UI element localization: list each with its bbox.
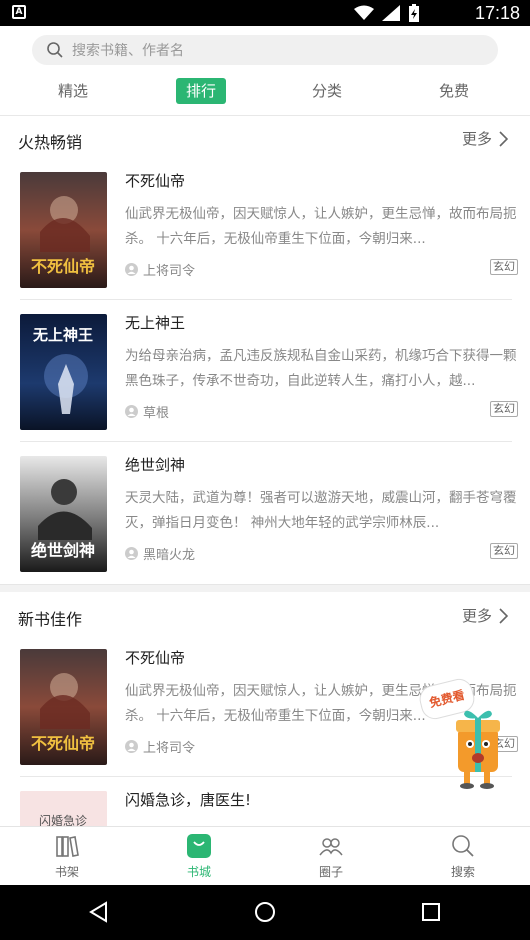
section-header-new: 新书佳作 更多 [0, 594, 530, 638]
tab-featured[interactable]: 精选 [58, 78, 88, 104]
bookstore-icon [187, 834, 211, 858]
tab-ranking[interactable]: 排行 [176, 78, 227, 104]
book-title: 无上神王 [125, 314, 186, 332]
system-icons [354, 4, 420, 22]
cover-title: 闪婚急诊 [39, 813, 87, 826]
book-title: 不死仙帝 [125, 172, 186, 190]
book-author: 上将司令 [125, 737, 195, 756]
search-placeholder: 搜索书籍、作者名 [72, 43, 184, 59]
bookshelf-icon [56, 836, 79, 857]
nav-label: 书城 [186, 865, 211, 879]
genre-tag: 玄幻 [490, 543, 518, 559]
book-author: 上将司令 [125, 260, 195, 279]
chevron-right-icon [499, 130, 508, 147]
battery-icon [409, 4, 419, 22]
book-cover[interactable]: 绝世剑神 [20, 456, 107, 572]
nav-bookshelf[interactable]: 书架 [32, 831, 102, 880]
book-description: 为给母亲治病，孟凡违反族规私自金山采药，机缘巧合下获得一颗黑色珠子，传承不世奇功… [125, 348, 517, 389]
author-icon [125, 405, 138, 418]
book-cover[interactable]: 闪婚急诊 [20, 791, 107, 826]
book-cover[interactable]: 不死仙帝 [20, 172, 107, 288]
search-icon [47, 42, 63, 58]
genre-tag: 玄幻 [490, 259, 518, 275]
signal-icon [382, 5, 400, 21]
category-tabs: 精选 排行 分类 免费 [0, 72, 530, 116]
book-item[interactable]: 绝世剑神 绝世剑神 天灵大陆，武道为尊！强者可以遨游天地，威震山河，翻手苍穹覆灭… [0, 442, 530, 584]
cover-title: 不死仙帝 [31, 734, 95, 753]
app-notification-icon: A [12, 5, 26, 19]
section-title: 新书佳作 [18, 610, 83, 629]
author-name: 黑暗火龙 [143, 548, 196, 563]
author-icon [125, 740, 138, 753]
book-title: 绝世剑神 [125, 456, 186, 474]
book-description: 天灵大陆，武道为尊！强者可以遨游天地，威震山河，翻手苍穹覆灭，弹指日月变色！ 神… [125, 490, 517, 531]
status-bar: A 17:18 [0, 0, 530, 26]
author-icon [125, 547, 138, 560]
author-icon [125, 263, 138, 276]
more-link[interactable]: 更多 [462, 605, 508, 626]
nav-label: 圈子 [318, 865, 343, 879]
nav-label: 搜索 [450, 865, 475, 879]
tab-free[interactable]: 免费 [439, 78, 469, 104]
section-title: 火热畅销 [18, 133, 83, 152]
search-input[interactable]: 搜索书籍、作者名 [32, 35, 498, 65]
home-icon[interactable] [254, 901, 276, 923]
book-cover[interactable]: 不死仙帝 [20, 649, 107, 765]
author-name: 上将司令 [143, 264, 196, 279]
community-icon [319, 838, 343, 856]
back-icon[interactable] [88, 901, 110, 923]
gift-mascot-icon [456, 710, 500, 789]
nav-label: 书架 [54, 865, 79, 879]
free-read-promo[interactable]: 免费看 [416, 675, 510, 790]
clock: 17:18 [474, 3, 520, 23]
author-name: 上将司令 [143, 741, 196, 756]
more-link[interactable]: 更多 [462, 128, 508, 149]
genre-tag: 玄幻 [490, 401, 518, 417]
cover-title: 绝世剑神 [31, 541, 95, 560]
more-label: 更多 [461, 607, 492, 625]
recents-icon[interactable] [420, 901, 442, 923]
book-item[interactable]: 无上神王 无上神王 为给母亲治病，孟凡违反族规私自金山采药，机缘巧合下获得一颗黑… [0, 300, 530, 442]
system-navigation-bar [0, 885, 530, 940]
cover-title: 不死仙帝 [31, 257, 95, 276]
more-label: 更多 [461, 130, 492, 148]
search-area: 搜索书籍、作者名 [0, 26, 530, 72]
wifi-icon [354, 5, 374, 20]
section-separator [0, 584, 530, 592]
book-cover[interactable]: 无上神王 [20, 314, 107, 430]
nav-community[interactable]: 圈子 [296, 831, 366, 880]
nav-bookstore[interactable]: 书城 [164, 831, 234, 880]
book-author: 黑暗火龙 [125, 544, 195, 563]
tab-category[interactable]: 分类 [312, 78, 342, 104]
cover-title: 无上神王 [32, 326, 93, 344]
book-author: 草根 [125, 402, 169, 421]
book-title: 闪婚急诊，唐医生! [125, 791, 252, 809]
author-name: 草根 [143, 406, 170, 421]
book-title: 不死仙帝 [125, 649, 186, 667]
book-item[interactable]: 不死仙帝 不死仙帝 仙武界无极仙帝，因天赋惊人，让人嫉妒，更生忌惮，故而布局扼杀… [0, 158, 530, 300]
book-description: 仙武界无极仙帝，因天赋惊人，让人嫉妒，更生忌惮，故而布局扼杀。 十六年后，无极仙… [125, 206, 517, 247]
search-icon [452, 835, 474, 857]
chevron-right-icon [499, 607, 508, 624]
bottom-navigation: 书架 书城 圈子 搜索 [0, 826, 530, 885]
section-header-hot: 火热畅销 更多 [0, 117, 530, 161]
nav-search[interactable]: 搜索 [428, 831, 498, 880]
